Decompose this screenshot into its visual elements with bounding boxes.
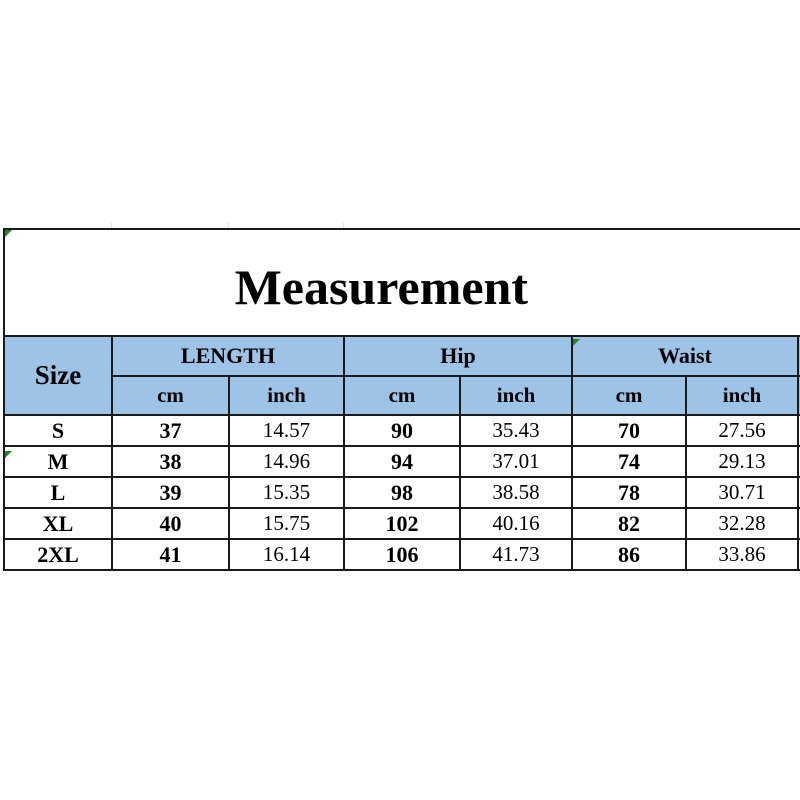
hip-inch-cell[interactable]: 35.43 <box>459 414 573 447</box>
cell-indicator-icon <box>5 451 12 458</box>
waist-inch-cell[interactable]: 27.56 <box>685 414 799 447</box>
length-header[interactable]: LENGTH <box>111 335 345 377</box>
length-inch-cell[interactable]: 15.35 <box>228 476 345 509</box>
length-cm-cell[interactable]: 41 <box>111 538 230 571</box>
waist-inch-cell[interactable]: 33.86 <box>685 538 799 571</box>
table-row: XL 40 15.75 102 40.16 82 32.28 <box>3 507 800 540</box>
length-cm-header[interactable]: cm <box>111 375 230 416</box>
size-header[interactable]: Size <box>3 335 113 416</box>
size-cell[interactable]: S <box>3 414 113 447</box>
length-inch-cell[interactable]: 14.96 <box>228 445 345 478</box>
waist-cm-cell[interactable]: 78 <box>571 476 687 509</box>
length-inch-cell[interactable]: 16.14 <box>228 538 345 571</box>
waist-inch-cell[interactable]: 29.13 <box>685 445 799 478</box>
table-row: S 37 14.57 90 35.43 70 27.56 <box>3 414 800 447</box>
title-cell[interactable]: Measurement <box>2 228 800 337</box>
hip-inch-cell[interactable]: 41.73 <box>459 538 573 571</box>
waist-cm-header[interactable]: cm <box>571 375 687 416</box>
spreadsheet-area: Measurement Size LENGTH Hip Waist cm inc… <box>0 0 800 800</box>
cell-indicator-icon <box>573 339 580 346</box>
hip-inch-cell[interactable]: 38.58 <box>459 476 573 509</box>
length-cm-cell[interactable]: 39 <box>111 476 230 509</box>
hip-cm-cell[interactable]: 94 <box>343 445 461 478</box>
hip-cm-cell[interactable]: 98 <box>343 476 461 509</box>
hip-cm-cell[interactable]: 102 <box>343 507 461 540</box>
length-inch-cell[interactable]: 15.75 <box>228 507 345 540</box>
waist-cm-cell[interactable]: 86 <box>571 538 687 571</box>
length-inch-cell[interactable]: 14.57 <box>228 414 345 447</box>
size-cell[interactable]: XL <box>3 507 113 540</box>
waist-inch-cell[interactable]: 30.71 <box>685 476 799 509</box>
size-cell[interactable]: M <box>3 445 113 478</box>
length-cm-cell[interactable]: 38 <box>111 445 230 478</box>
waist-inch-header[interactable]: inch <box>685 375 799 416</box>
hip-inch-cell[interactable]: 37.01 <box>459 445 573 478</box>
hip-inch-cell[interactable]: 40.16 <box>459 507 573 540</box>
table-title: Measurement <box>234 258 528 315</box>
size-cell[interactable]: L <box>3 476 113 509</box>
table-row: M 38 14.96 94 37.01 74 29.13 <box>3 445 800 478</box>
size-chart-table: Measurement Size LENGTH Hip Waist cm inc… <box>2 228 800 571</box>
cell-indicator-icon <box>5 230 12 237</box>
length-inch-header[interactable]: inch <box>228 375 345 416</box>
waist-cm-cell[interactable]: 74 <box>571 445 687 478</box>
length-cm-cell[interactable]: 37 <box>111 414 230 447</box>
hip-inch-header[interactable]: inch <box>459 375 573 416</box>
length-cm-cell[interactable]: 40 <box>111 507 230 540</box>
size-cell[interactable]: 2XL <box>3 538 113 571</box>
hip-cm-cell[interactable]: 90 <box>343 414 461 447</box>
hip-header[interactable]: Hip <box>343 335 573 377</box>
table-row: 2XL 41 16.14 106 41.73 86 33.86 <box>3 538 800 571</box>
waist-cm-cell[interactable]: 82 <box>571 507 687 540</box>
hip-cm-cell[interactable]: 106 <box>343 538 461 571</box>
hip-cm-header[interactable]: cm <box>343 375 461 416</box>
waist-cm-cell[interactable]: 70 <box>571 414 687 447</box>
table-row: L 39 15.35 98 38.58 78 30.71 <box>3 476 800 509</box>
waist-inch-cell[interactable]: 32.28 <box>685 507 799 540</box>
waist-header[interactable]: Waist <box>571 335 799 377</box>
